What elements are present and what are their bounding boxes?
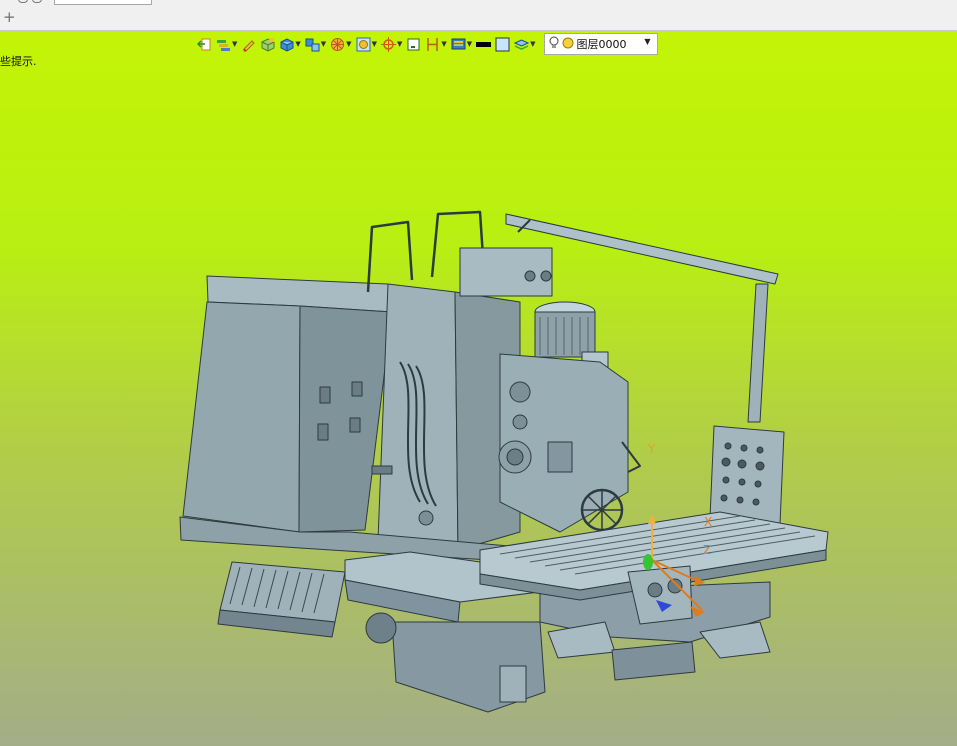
- command-input[interactable]: [54, 0, 152, 5]
- 3d-viewport[interactable]: 些提示. ▼ ▼ ▼ ▼ ▼ ▼ ▼ ▼ ▼ 图层0000 ▼ Y X Z: [0, 31, 957, 746]
- machine-model[interactable]: [0, 31, 957, 746]
- window-strip: +: [0, 0, 957, 31]
- new-tab-plus-icon[interactable]: +: [3, 10, 16, 25]
- x-axis-label: X: [704, 515, 713, 529]
- z-axis-label: Z: [703, 543, 712, 557]
- undo-icon[interactable]: [18, 0, 28, 3]
- redo-icon[interactable]: [32, 0, 42, 3]
- y-axis-label: Y: [648, 442, 656, 456]
